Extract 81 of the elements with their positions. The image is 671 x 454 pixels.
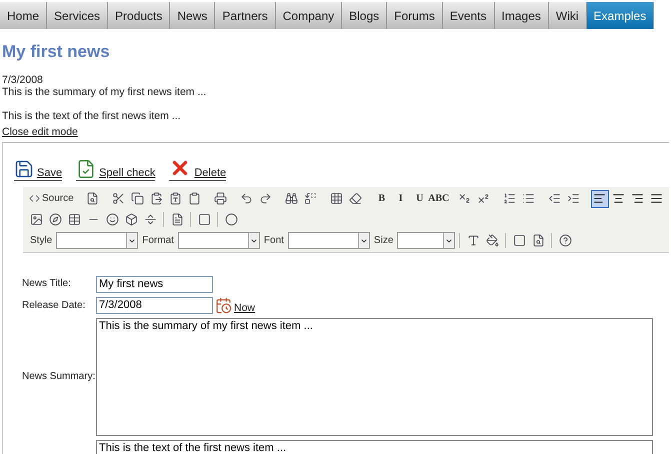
field-label: News Title:	[22, 278, 72, 289]
nav-tab[interactable]: Forums	[387, 2, 443, 29]
news-text-field[interactable]: This is the text of the first news item ...	[96, 440, 653, 454]
nav-tab[interactable]: Blogs	[342, 2, 388, 29]
zoom-icon[interactable]	[532, 234, 545, 247]
page-break-icon[interactable]	[144, 213, 156, 226]
table-icon[interactable]	[68, 213, 80, 226]
save-button[interactable]: Save	[14, 157, 62, 181]
paste-icon[interactable]	[150, 192, 164, 205]
nav-tab[interactable]: Home	[0, 2, 48, 29]
calendar-icon[interactable]	[215, 296, 232, 314]
smiley-icon[interactable]	[106, 213, 118, 226]
now-link[interactable]: Now	[234, 302, 256, 314]
spell-button[interactable]: Spell check	[76, 157, 156, 181]
select-all-icon[interactable]	[330, 192, 344, 205]
help-icon[interactable]	[558, 234, 572, 247]
compass-icon[interactable]	[48, 213, 62, 226]
undo-icon[interactable]	[240, 192, 254, 205]
align-button[interactable]	[590, 190, 609, 208]
background-color-icon[interactable]	[486, 234, 499, 247]
format-button[interactable]: I	[392, 190, 410, 208]
align-right-icon	[631, 192, 644, 205]
close-edit-mode-link[interactable]: Close edit mode	[2, 126, 78, 138]
source-button[interactable]: Source	[27, 190, 76, 208]
release-date-field[interactable]: 7/3/2008	[96, 296, 213, 314]
nav-tab[interactable]: Partners	[215, 2, 276, 29]
format-button[interactable]: B	[372, 190, 391, 208]
outdent-icon[interactable]	[548, 192, 562, 205]
eraser-icon[interactable]	[349, 192, 362, 205]
frame-icon[interactable]	[198, 213, 210, 226]
box-icon[interactable]	[124, 213, 138, 226]
nav-tab[interactable]: Wiki	[548, 2, 587, 29]
align-left-icon	[593, 192, 606, 205]
combo-label: Font	[264, 235, 284, 246]
dropdown-field[interactable]	[288, 232, 370, 249]
field-label: News Summary:	[22, 371, 96, 382]
blocks-icon[interactable]	[512, 234, 526, 247]
article-text: This is the text of the first news item ...	[2, 110, 182, 122]
combo-label: Size	[374, 235, 394, 246]
news-title-field[interactable]: My first news	[96, 276, 213, 292]
redo-icon[interactable]	[259, 192, 272, 205]
delete-button[interactable]: Delete	[169, 157, 226, 181]
indent-icon[interactable]	[567, 192, 580, 205]
nav-tab[interactable]: Events	[442, 2, 495, 29]
text-color-icon[interactable]	[466, 234, 480, 247]
dropdown-field[interactable]	[397, 232, 456, 249]
spell-check-icon[interactable]	[76, 159, 96, 179]
document-icon[interactable]	[170, 213, 184, 226]
align-justify-icon	[650, 192, 664, 205]
replace-icon[interactable]	[304, 192, 318, 205]
dropdown-field[interactable]	[178, 232, 260, 249]
preview-icon[interactable]	[86, 192, 100, 205]
news-summary-field[interactable]: This is the summary of my first news item ...	[96, 318, 653, 436]
numbered-list-icon[interactable]	[503, 192, 516, 205]
copy-icon[interactable]	[131, 192, 144, 205]
nav-tab[interactable]: News	[170, 2, 216, 29]
dropdown-field[interactable]	[56, 232, 138, 249]
paste-text-icon[interactable]	[169, 192, 182, 205]
superscript-icon[interactable]	[477, 192, 490, 205]
circle-icon[interactable]	[224, 213, 238, 226]
format-button[interactable]: ABC	[430, 190, 448, 208]
paste-word-icon[interactable]	[188, 192, 202, 205]
find-icon[interactable]	[285, 192, 298, 205]
align-center-icon	[612, 192, 626, 205]
cut-icon[interactable]	[112, 192, 126, 205]
image-icon[interactable]	[30, 213, 42, 226]
nav-tab[interactable]: Images	[494, 2, 549, 29]
nav-tab[interactable]: Products	[108, 2, 170, 29]
source-icon[interactable]	[29, 193, 40, 204]
nav-tab[interactable]: Examples	[586, 2, 654, 29]
combo-label: Style	[30, 235, 52, 246]
format-button[interactable]: U	[410, 190, 429, 208]
article-date: 7/3/2008	[2, 74, 44, 86]
field-label: Release Date:	[22, 300, 86, 310]
combo-label: Format	[142, 235, 174, 246]
print-icon[interactable]	[214, 192, 228, 205]
article-summary: This is the summary of my first news item ...	[2, 86, 208, 98]
nav-tab[interactable]: Company	[276, 2, 342, 29]
article-title: My first news	[2, 42, 111, 62]
nav-tab[interactable]: Services	[47, 2, 108, 29]
subscript-icon[interactable]	[458, 192, 472, 205]
